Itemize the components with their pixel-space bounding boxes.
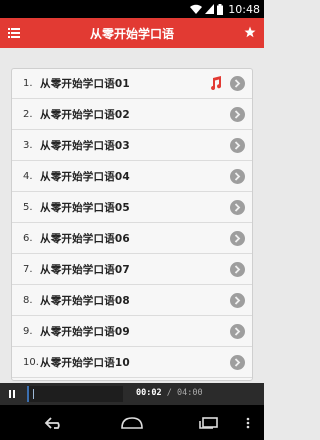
item-number: 2.	[23, 109, 33, 120]
list-item[interactable]: 1. 从零开始学口语01	[12, 69, 252, 99]
chevron-right-icon[interactable]	[230, 231, 245, 246]
music-note-icon	[211, 76, 222, 90]
pause-button[interactable]	[4, 386, 20, 402]
list-item[interactable]: 2. 从零开始学口语02	[12, 100, 252, 130]
status-bar: 10:48	[0, 0, 264, 18]
lesson-list: 1. 从零开始学口语01 2. 从零开始学口语02 3. 从零开始学口语03 4…	[11, 68, 253, 381]
item-title: 从零开始学口语06	[40, 233, 130, 245]
more-vertical-icon	[246, 417, 250, 429]
time-display: 00:02 / 04:00	[136, 388, 203, 398]
item-number: 4.	[23, 171, 33, 182]
item-number: 9.	[23, 326, 33, 337]
status-icons: 10:48	[190, 2, 260, 16]
item-title: 从零开始学口语09	[40, 326, 130, 338]
item-number: 1.	[23, 78, 33, 89]
total-time: 04:00	[176, 388, 203, 398]
pause-icon	[9, 390, 15, 398]
item-title: 从零开始学口语04	[40, 171, 130, 183]
list-item[interactable]: 3. 从零开始学口语03	[12, 131, 252, 161]
wifi-icon	[190, 4, 203, 14]
progress-handle[interactable]	[32, 389, 34, 399]
item-title: 从零开始学口语05	[40, 202, 130, 214]
current-time: 00:02	[136, 388, 162, 398]
item-title: 从零开始学口语07	[40, 264, 130, 276]
list-item[interactable]: 5. 从零开始学口语05	[12, 193, 252, 223]
chevron-right-icon[interactable]	[230, 355, 245, 370]
favorite-button[interactable]	[242, 24, 258, 40]
list-item[interactable]: 10. 从零开始学口语10	[12, 348, 252, 378]
item-number: 6.	[23, 233, 33, 244]
chevron-right-icon[interactable]	[230, 138, 245, 153]
list-item[interactable]: 8. 从零开始学口语08	[12, 286, 252, 316]
overflow-menu-button[interactable]	[240, 414, 256, 432]
chevron-right-icon[interactable]	[230, 200, 245, 215]
item-title: 从零开始学口语01	[40, 78, 130, 90]
item-title: 从零开始学口语08	[40, 295, 130, 307]
audio-player: 00:02 / 04:00	[0, 383, 264, 405]
app-bar: 从零开始学口语	[0, 18, 264, 48]
chevron-right-icon[interactable]	[230, 169, 245, 184]
status-time: 10:48	[228, 2, 260, 16]
recent-apps-icon	[199, 417, 218, 429]
page-title: 从零开始学口语	[89, 27, 174, 41]
progress-fill	[27, 386, 29, 402]
list-item[interactable]: 7. 从零开始学口语07	[12, 255, 252, 285]
chevron-right-icon[interactable]	[230, 262, 245, 277]
home-icon	[121, 417, 143, 429]
battery-icon	[217, 3, 224, 15]
item-title: 从零开始学口语03	[40, 140, 130, 152]
item-number: 5.	[23, 202, 33, 213]
item-number: 7.	[23, 264, 33, 275]
back-icon	[44, 417, 60, 429]
signal-icon	[205, 4, 215, 14]
recent-apps-button[interactable]	[196, 414, 222, 432]
item-title: 从零开始学口语10	[40, 357, 130, 369]
item-number: 8.	[23, 295, 33, 306]
chevron-right-icon[interactable]	[230, 76, 245, 91]
item-number: 10.	[23, 357, 39, 368]
system-nav-bar	[0, 405, 264, 440]
progress-slider[interactable]	[27, 386, 123, 402]
item-title: 从零开始学口语02	[40, 109, 130, 121]
item-number: 3.	[23, 140, 33, 151]
list-item[interactable]: 9. 从零开始学口语09	[12, 317, 252, 347]
star-icon	[244, 26, 256, 38]
chevron-right-icon[interactable]	[230, 324, 245, 339]
home-button[interactable]	[119, 414, 145, 432]
list-item[interactable]: 4. 从零开始学口语04	[12, 162, 252, 192]
chevron-right-icon[interactable]	[230, 293, 245, 308]
list-item[interactable]: 6. 从零开始学口语06	[12, 224, 252, 254]
chevron-right-icon[interactable]	[230, 107, 245, 122]
time-separator: /	[166, 388, 172, 398]
back-button[interactable]	[42, 414, 68, 432]
